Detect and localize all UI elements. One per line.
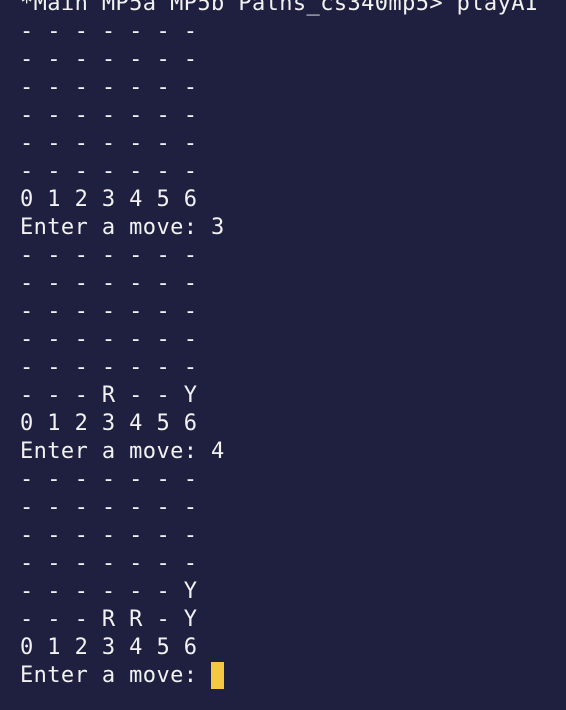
ghci-prompt-line: *Main MP5a MP5b Paths_cs340mp5> playAI <box>20 0 539 16</box>
text-cursor[interactable] <box>211 662 225 689</box>
board-3-row-5: - - - - - - Y <box>20 579 198 604</box>
board-3-column-labels: 0 1 2 3 4 5 6 <box>20 635 198 660</box>
board-2-row-2: - - - - - - - <box>20 271 198 296</box>
board-3-row-2: - - - - - - - <box>20 495 198 520</box>
board-2-row-4: - - - - - - - <box>20 327 198 352</box>
terminal-window[interactable]: *Main MP5a MP5b Paths_cs340mp5> playAI -… <box>0 0 566 710</box>
board-2-row-3: - - - - - - - <box>20 299 198 324</box>
board-1-row-4: - - - - - - - <box>20 103 198 128</box>
board-3-row-3: - - - - - - - <box>20 523 198 548</box>
board-2-row-5: - - - - - - - <box>20 355 198 380</box>
board-3-row-4: - - - - - - - <box>20 551 198 576</box>
board-3-move-prompt: Enter a move: <box>20 663 212 688</box>
board-1-row-1: - - - - - - - <box>20 19 198 44</box>
board-2-row-6: - - - R - - Y <box>20 383 198 408</box>
active-input-line[interactable]: Enter a move: <box>20 662 539 690</box>
board-1-column-labels: 0 1 2 3 4 5 6 <box>20 187 198 212</box>
board-2-move-prompt: Enter a move: 4 <box>20 439 225 464</box>
board-2-row-1: - - - - - - - <box>20 243 198 268</box>
board-1-row-6: - - - - - - - <box>20 159 198 184</box>
terminal-output: *Main MP5a MP5b Paths_cs340mp5> playAI -… <box>20 0 539 690</box>
board-3-row-1: - - - - - - - <box>20 467 198 492</box>
board-1-row-5: - - - - - - - <box>20 131 198 156</box>
board-2-column-labels: 0 1 2 3 4 5 6 <box>20 411 198 436</box>
board-3-row-6: - - - R R - Y <box>20 607 198 632</box>
board-1-row-2: - - - - - - - <box>20 47 198 72</box>
board-1-move-prompt: Enter a move: 3 <box>20 215 225 240</box>
board-1-row-3: - - - - - - - <box>20 75 198 100</box>
